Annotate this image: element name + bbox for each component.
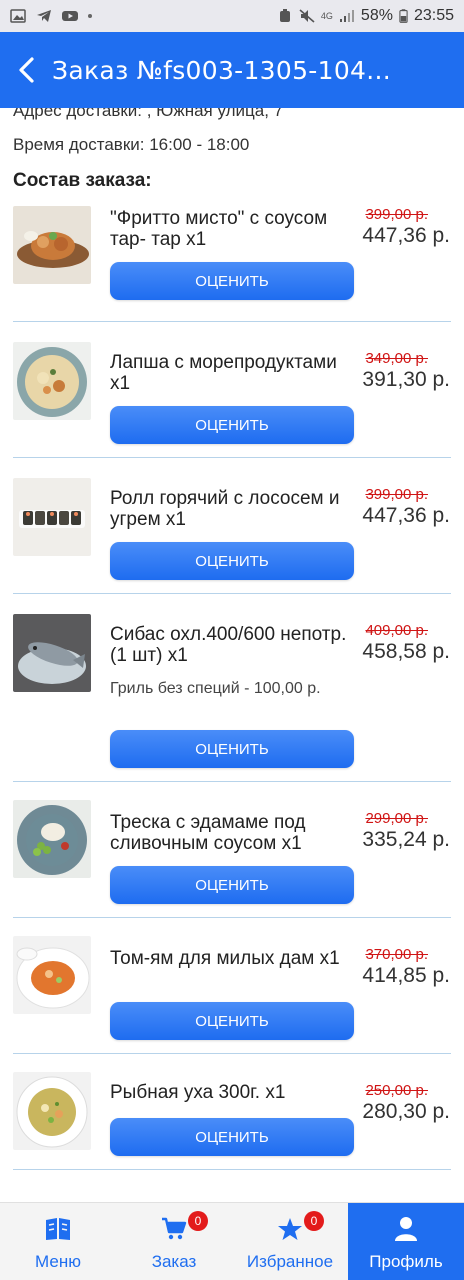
item-old-price: 399,00 р. [365,486,428,503]
rate-button[interactable]: ОЦЕНИТЬ [110,730,354,768]
status-bar: 4G 58% 23:55 [0,0,464,32]
item-name: Лапша с морепродуктами x1 [110,352,337,394]
menu-book-icon [43,1214,73,1244]
telegram-icon [37,10,51,22]
rate-button[interactable]: ОЦЕНИТЬ [110,1118,354,1156]
rate-button[interactable]: ОЦЕНИТЬ [110,542,354,580]
cart-count-badge: 0 [188,1211,208,1231]
favorites-count-badge: 0 [304,1211,324,1231]
nav-order-label: Заказ [151,1252,197,1271]
nav-order[interactable]: 0 Заказ [116,1203,232,1280]
more-notifications-icon [88,14,92,18]
item-old-price: 370,00 р. [365,946,428,963]
alarm-icon [279,9,290,22]
item-divider [13,457,451,458]
dish-photo [13,936,91,1014]
cart-icon [159,1214,189,1244]
item-name: Том-ям для милых дам x1 [110,948,340,969]
item-price: 447,36 р. [362,224,450,247]
rate-button[interactable]: ОЦЕНИТЬ [110,866,354,904]
item-old-price: 250,00 р. [365,1082,428,1099]
item-divider [13,593,451,594]
app-header: Заказ №fs003-1305-104... [0,32,464,108]
item-name: Ролл горячий с лососем и угрем x1 [110,488,340,530]
user-icon [391,1214,421,1244]
rate-button[interactable]: ОЦЕНИТЬ [110,1002,354,1040]
bottom-navigation: Меню 0 Заказ 0 Избранное Профиль [0,1202,464,1280]
item-old-price: 349,00 р. [365,350,428,367]
delivery-address: Адрес доставки: , Южная улица, 7 [13,108,284,120]
nav-favorites[interactable]: 0 Избранное [232,1203,348,1280]
item-price: 335,24 р. [362,828,450,851]
item-divider [13,1169,451,1170]
item-name: Сибас охл.400/600 непотр.(1 шт) x1 [110,624,347,666]
battery-icon [399,9,408,23]
item-divider [13,321,451,322]
dish-photo [13,478,91,556]
dish-photo [13,206,91,284]
delivery-time: Время доставки: 16:00 - 18:00 [13,135,250,154]
nav-profile[interactable]: Профиль [348,1203,464,1280]
item-name: Рыбная уха 300г. x1 [110,1082,286,1103]
item-divider [13,1053,451,1054]
nav-menu-label: Меню [35,1252,81,1271]
order-details[interactable]: Адрес доставки: , Южная улица, 7 Время д… [0,108,464,1202]
item-old-price: 299,00 р. [365,810,428,827]
status-notifications [10,9,92,23]
nav-profile-label: Профиль [369,1252,443,1271]
item-divider [13,781,451,782]
rate-button[interactable]: ОЦЕНИТЬ [110,262,354,300]
youtube-icon [62,11,78,21]
clock: 23:55 [413,7,454,24]
star-icon [275,1214,305,1244]
item-name: Треска с эдамаме под сливочным соусом x1 [110,812,306,854]
rate-button[interactable]: ОЦЕНИТЬ [110,406,354,444]
signal-icon [339,10,354,22]
item-name: "Фритто мисто" с соусом тар- тар x1 [110,208,328,250]
item-modifier: Гриль без специй - 100,00 р. [110,680,321,697]
battery-level: 58% [360,7,393,24]
dish-photo [13,342,91,420]
item-old-price: 409,00 р. [365,622,428,639]
mute-icon [299,9,315,23]
back-button[interactable] [0,32,52,108]
item-price: 458,58 р. [362,640,450,663]
network-type: 4G [320,11,333,21]
nav-favorites-label: Избранное [246,1252,334,1271]
item-price: 391,30 р. [362,368,450,391]
gallery-icon [10,9,26,23]
item-price: 280,30 р. [362,1100,450,1123]
order-items-title: Состав заказа: [13,170,152,191]
item-divider [13,917,451,918]
dish-photo [13,1072,91,1150]
chevron-left-icon [19,57,34,83]
dish-photo [13,800,91,878]
page-title: Заказ №fs003-1305-104... [52,55,391,85]
nav-menu[interactable]: Меню [0,1203,116,1280]
item-old-price: 399,00 р. [365,206,428,223]
item-price: 414,85 р. [362,964,450,987]
item-price: 447,36 р. [362,504,450,527]
dish-photo [13,614,91,692]
